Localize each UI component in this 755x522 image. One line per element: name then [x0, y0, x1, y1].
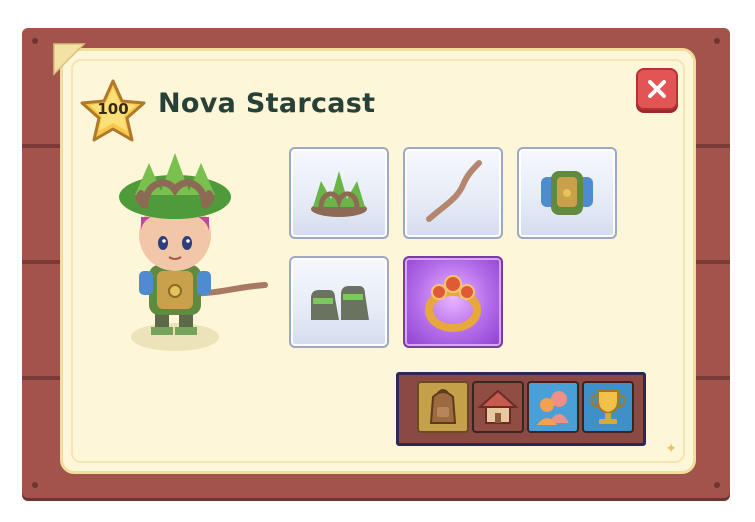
- equipment-slot-boots[interactable]: [289, 256, 389, 348]
- trophy-icon: [590, 390, 626, 424]
- close-button[interactable]: [636, 68, 678, 110]
- gold-ring-icon: [425, 275, 481, 332]
- page-fold-icon: [53, 43, 86, 76]
- inventory-tab-bar: [396, 372, 646, 446]
- backpack-icon: [429, 389, 457, 424]
- wooden-wand-icon: [426, 160, 482, 222]
- tab-friends[interactable]: [527, 381, 579, 433]
- friends-icon: [537, 391, 569, 425]
- tab-achievements[interactable]: [582, 381, 634, 433]
- leaf-crown-hat-icon: [311, 171, 367, 217]
- nail: [714, 38, 720, 44]
- equipment-slot-weapon[interactable]: [403, 147, 503, 239]
- leaf-armor-outfit-icon: [541, 171, 593, 215]
- equipment-slot-relic[interactable]: [403, 256, 503, 348]
- nail: [32, 38, 38, 44]
- equipment-slot-outfit[interactable]: [517, 147, 617, 239]
- sparkle-icon: ✦: [665, 441, 677, 457]
- nail: [32, 482, 38, 488]
- level-number: 100: [97, 100, 129, 118]
- nail: [714, 482, 720, 488]
- character-avatar: [119, 153, 268, 351]
- tab-house[interactable]: [472, 381, 524, 433]
- tab-backpack[interactable]: [417, 381, 469, 433]
- house-icon: [477, 389, 519, 424]
- moss-boots-icon: [311, 286, 369, 320]
- player-name: Nova Starcast: [158, 88, 376, 119]
- equipment-slot-head[interactable]: [289, 147, 389, 239]
- close-icon: [648, 80, 666, 98]
